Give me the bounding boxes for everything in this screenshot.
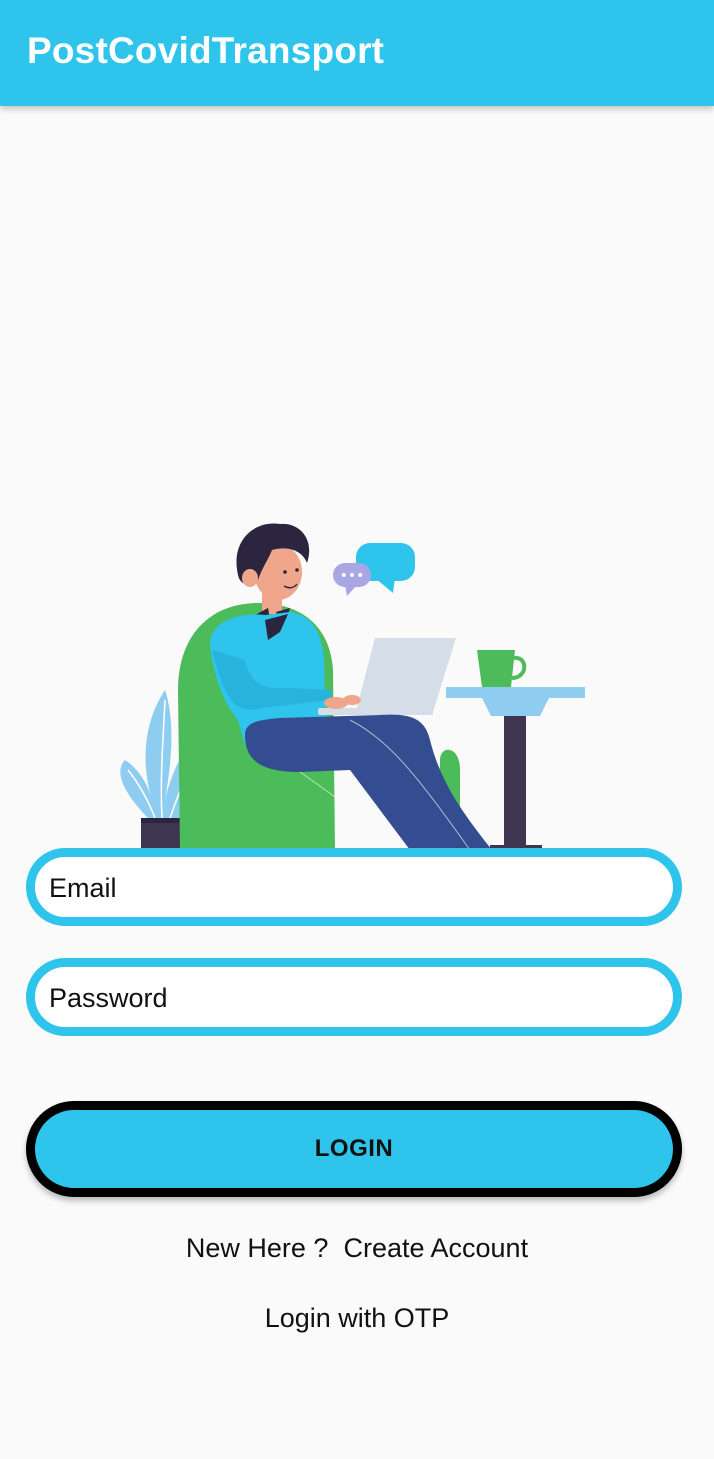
- svg-text:•••: •••: [340, 568, 365, 584]
- app-bar: PostCovidTransport: [0, 0, 714, 106]
- login-button-label: LOGIN: [314, 1135, 394, 1162]
- signup-row: New Here ? Create Account: [0, 1233, 714, 1264]
- coffee-cup-icon: [477, 650, 527, 687]
- email-input[interactable]: [47, 857, 653, 919]
- person-with-laptop-illustration: •••: [120, 523, 585, 850]
- app-title: PostCovidTransport: [27, 30, 385, 71]
- otp-row: Login with OTP: [0, 1303, 714, 1334]
- create-account-link[interactable]: Create Account: [343, 1233, 528, 1263]
- login-with-otp-link[interactable]: Login with OTP: [265, 1303, 450, 1333]
- password-input[interactable]: [47, 967, 653, 1029]
- chat-bubble-icon: •••: [333, 543, 415, 596]
- login-button[interactable]: LOGIN: [26, 1101, 682, 1197]
- new-here-text: New Here ?: [185, 1233, 329, 1263]
- password-field[interactable]: [26, 958, 682, 1036]
- email-field[interactable]: [26, 848, 682, 926]
